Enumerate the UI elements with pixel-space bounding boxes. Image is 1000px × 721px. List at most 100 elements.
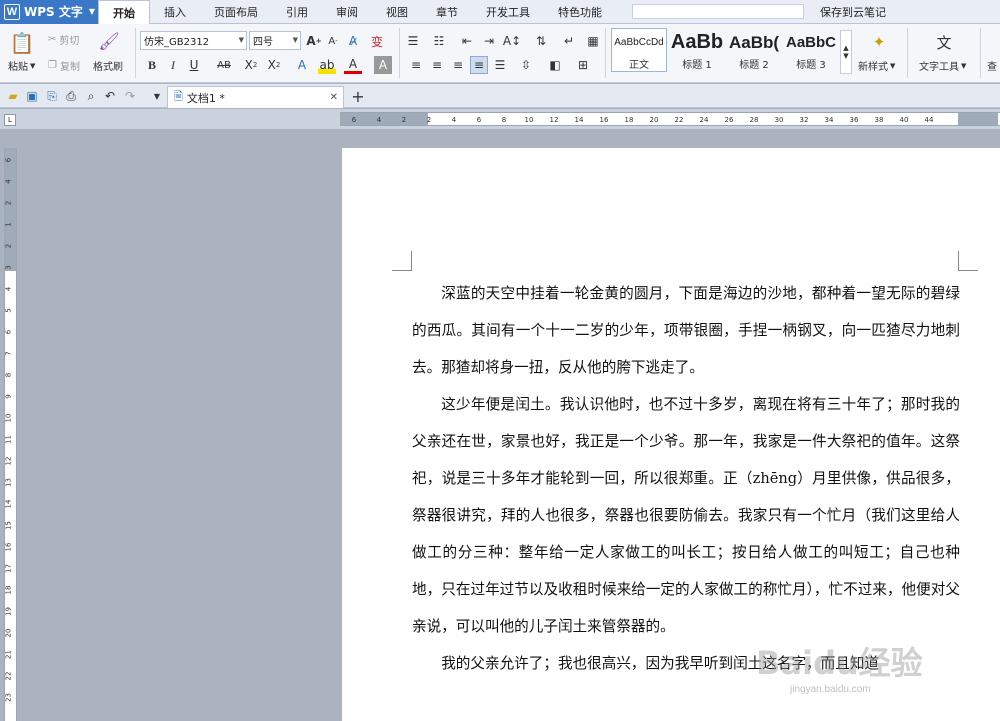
ruler-tick-label: 20 <box>5 629 13 638</box>
ruler-tick-label: 18 <box>5 586 13 595</box>
table-icon[interactable]: ▦ <box>584 32 602 50</box>
tab-page-layout[interactable]: 页面布局 <box>200 0 272 24</box>
ruler-tick-label: 30 <box>775 116 784 124</box>
copy-button[interactable]: ❐ 复制 <box>48 58 80 73</box>
char-shading-icon[interactable]: A <box>374 56 392 74</box>
ruler-tick-label: 19 <box>5 607 13 616</box>
print-preview-icon[interactable]: ⌕ <box>82 87 100 105</box>
ruler-tick-label: 14 <box>575 116 584 124</box>
new-style-icon[interactable]: ✦ <box>868 30 890 54</box>
line-spacing-icon[interactable]: ⇳ <box>517 56 535 74</box>
font-size-value: 四号 <box>253 37 273 48</box>
sort-icon[interactable]: ⇅ <box>532 32 550 50</box>
chevron-down-icon: ▼ <box>890 61 896 70</box>
ruler-ticks: 6421234567891011121314151617181920212223 <box>5 157 13 702</box>
border-icon[interactable]: ⊞ <box>574 56 592 74</box>
tab-special-features[interactable]: 特色功能 <box>544 0 616 24</box>
tab-insert[interactable]: 插入 <box>150 0 200 24</box>
tab-references[interactable]: 引用 <box>272 0 322 24</box>
change-case-icon[interactable]: A↕ <box>503 32 521 50</box>
tab-developer[interactable]: 开发工具 <box>472 0 544 24</box>
text-tools-icon[interactable]: 文 <box>932 30 956 54</box>
show-marks-icon[interactable]: ↵ <box>560 32 578 50</box>
ruler-tick-label: 44 <box>925 116 934 124</box>
ruler-tick-label: 9 <box>5 394 13 398</box>
new-tab-button[interactable]: + <box>349 87 367 106</box>
subscript-icon[interactable]: X2 <box>265 56 283 74</box>
align-right-icon[interactable]: ≡ <box>449 56 467 74</box>
ruler-tick-label: 8 <box>502 116 506 124</box>
numbered-list-icon[interactable]: ☷ <box>430 32 448 50</box>
pinyin-guide-icon[interactable]: 变 <box>368 32 386 50</box>
style-heading-2[interactable]: AaBb( 标题 2 <box>726 28 782 72</box>
ruler-tick-label: 4 <box>452 116 457 124</box>
text-tools-label: 文字工具 <box>919 62 959 73</box>
close-icon[interactable]: ✕ <box>330 92 338 103</box>
underline-icon[interactable]: U <box>185 56 203 74</box>
ruler-tick-label: 10 <box>525 116 534 124</box>
find-button-partial[interactable]: 查 <box>987 58 997 73</box>
ruler-tick-label: 6 <box>477 116 482 124</box>
text-tools-button[interactable]: 文字工具 ▼ <box>919 58 966 74</box>
ruler-tick-label: 2 <box>427 116 431 124</box>
copy-label: 复制 <box>59 62 80 73</box>
paste-button[interactable]: 粘贴 ▼ <box>8 58 35 74</box>
open-folder-icon[interactable]: ▰ <box>4 87 22 105</box>
customize-toolbar-icon[interactable]: ▼ <box>148 87 166 105</box>
strikethrough-icon[interactable]: AB <box>211 56 237 74</box>
highlight-icon[interactable]: ab <box>318 56 336 74</box>
ruler-tick-label: 34 <box>825 116 834 124</box>
decrease-indent-icon[interactable]: ⇤ <box>458 32 476 50</box>
vertical-ruler[interactable]: 6 4 2 1 2 3 4 5 6 7 8 9 10 11 12 13 14 15 16 17 18 19 20 21 22 23 <box>4 148 17 721</box>
ruler-tick-label: 6 <box>352 116 357 124</box>
tab-review[interactable]: 审阅 <box>322 0 372 24</box>
new-style-button[interactable]: 新样式 ▼ <box>858 58 896 74</box>
justify-icon[interactable]: ≡ <box>470 56 488 74</box>
clear-format-icon[interactable]: A̷ <box>344 32 362 50</box>
document-body[interactable]: 深蓝的天空中挂着一轮金黄的圆月，下面是海边的沙地，都种着一望无际的碧绿的西瓜。其… <box>412 275 960 682</box>
text-effect-icon[interactable]: A <box>293 56 311 74</box>
paste-label: 粘贴 <box>8 62 28 73</box>
style-normal[interactable]: AaBbCcDd 正文 <box>611 28 667 72</box>
font-family-select[interactable]: 仿宋_GB2312 ▼ <box>140 31 247 50</box>
increase-indent-icon[interactable]: ⇥ <box>480 32 498 50</box>
distributed-icon[interactable]: ☰ <box>491 56 509 74</box>
tab-section[interactable]: 章节 <box>422 0 472 24</box>
bullet-list-icon[interactable]: ☰ <box>404 32 422 50</box>
styles-scroll-icon[interactable]: ▲ ▼ <box>840 30 852 74</box>
shading-icon[interactable]: ◧ <box>546 56 564 74</box>
print-icon[interactable]: ⎙ <box>62 87 80 105</box>
wps-app-menu-button[interactable]: W WPS 文字 ▼ <box>0 0 98 24</box>
paste-icon[interactable]: 📋 <box>10 30 35 56</box>
cut-button[interactable]: ✂ 剪切 <box>48 32 79 47</box>
export-pdf-icon[interactable]: ⎘ <box>43 87 61 105</box>
format-painter-button[interactable]: 格式刷 <box>93 58 123 73</box>
bold-icon[interactable]: B <box>143 56 161 74</box>
wps-logo-icon: W <box>4 3 20 20</box>
command-search-input[interactable] <box>632 4 804 19</box>
format-painter-icon[interactable]: 🖌 <box>98 30 120 54</box>
superscript-icon[interactable]: X2 <box>242 56 260 74</box>
italic-icon[interactable]: I <box>164 56 182 74</box>
ruler-tick-label: 4 <box>377 116 382 124</box>
grow-font-icon[interactable]: A + <box>305 32 323 50</box>
style-heading-3[interactable]: AaBbC 标题 3 <box>783 28 839 72</box>
ruler-tick-label: 22 <box>5 672 13 681</box>
tab-home[interactable]: 开始 <box>98 0 150 25</box>
shrink-font-icon[interactable]: A- <box>324 32 342 50</box>
save-to-cloud-notes-button[interactable]: 保存到云笔记 <box>820 4 886 20</box>
tab-stop-selector[interactable]: L <box>4 114 16 126</box>
document-tab[interactable]: 🗎 文档1 * ✕ <box>167 86 344 108</box>
font-size-select[interactable]: 四号 ▼ <box>249 31 301 50</box>
save-icon[interactable]: ▣ <box>23 87 41 105</box>
app-name: WPS 文字 <box>24 5 83 19</box>
redo-icon[interactable]: ↷ <box>121 87 139 105</box>
align-center-icon[interactable]: ≡ <box>428 56 446 74</box>
horizontal-ruler[interactable]: 6 4 2 2 4 6 8 10 12 14 16 18 20 22 24 26 28 30 32 34 36 38 40 4… <box>340 112 1000 126</box>
ruler-tick-label: 40 <box>900 116 909 124</box>
style-heading-1[interactable]: AaBb 标题 1 <box>669 28 725 72</box>
align-left-icon[interactable]: ≡ <box>407 56 425 74</box>
tab-view[interactable]: 视图 <box>372 0 422 24</box>
font-color-icon[interactable]: A <box>344 56 362 74</box>
undo-icon[interactable]: ↶ <box>101 87 119 105</box>
